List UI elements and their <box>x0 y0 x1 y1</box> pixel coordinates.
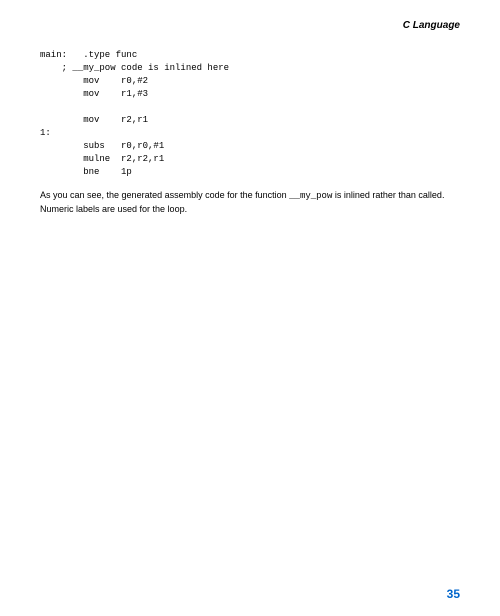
code-line: 1: <box>40 128 51 138</box>
code-line: mov r0,#2 <box>40 76 148 86</box>
explanation-paragraph: As you can see, the generated assembly c… <box>40 189 460 215</box>
paragraph-text: As you can see, the generated assembly c… <box>40 190 289 200</box>
code-line: mov r2,r1 <box>40 115 148 125</box>
code-line: bne 1p <box>40 167 132 177</box>
inline-code: __my_pow <box>289 191 332 201</box>
page-header-title: C Language <box>40 20 460 31</box>
code-line: ; __my_pow code is inlined here <box>40 63 229 73</box>
code-line: subs r0,r0,#1 <box>40 141 164 151</box>
code-line: mulne r2,r2,r1 <box>40 154 164 164</box>
code-line: main: .type func <box>40 50 137 60</box>
code-line: mov r1,#3 <box>40 89 148 99</box>
page-number: 35 <box>447 587 460 601</box>
assembly-code-block: main: .type func ; __my_pow code is inli… <box>40 49 460 179</box>
